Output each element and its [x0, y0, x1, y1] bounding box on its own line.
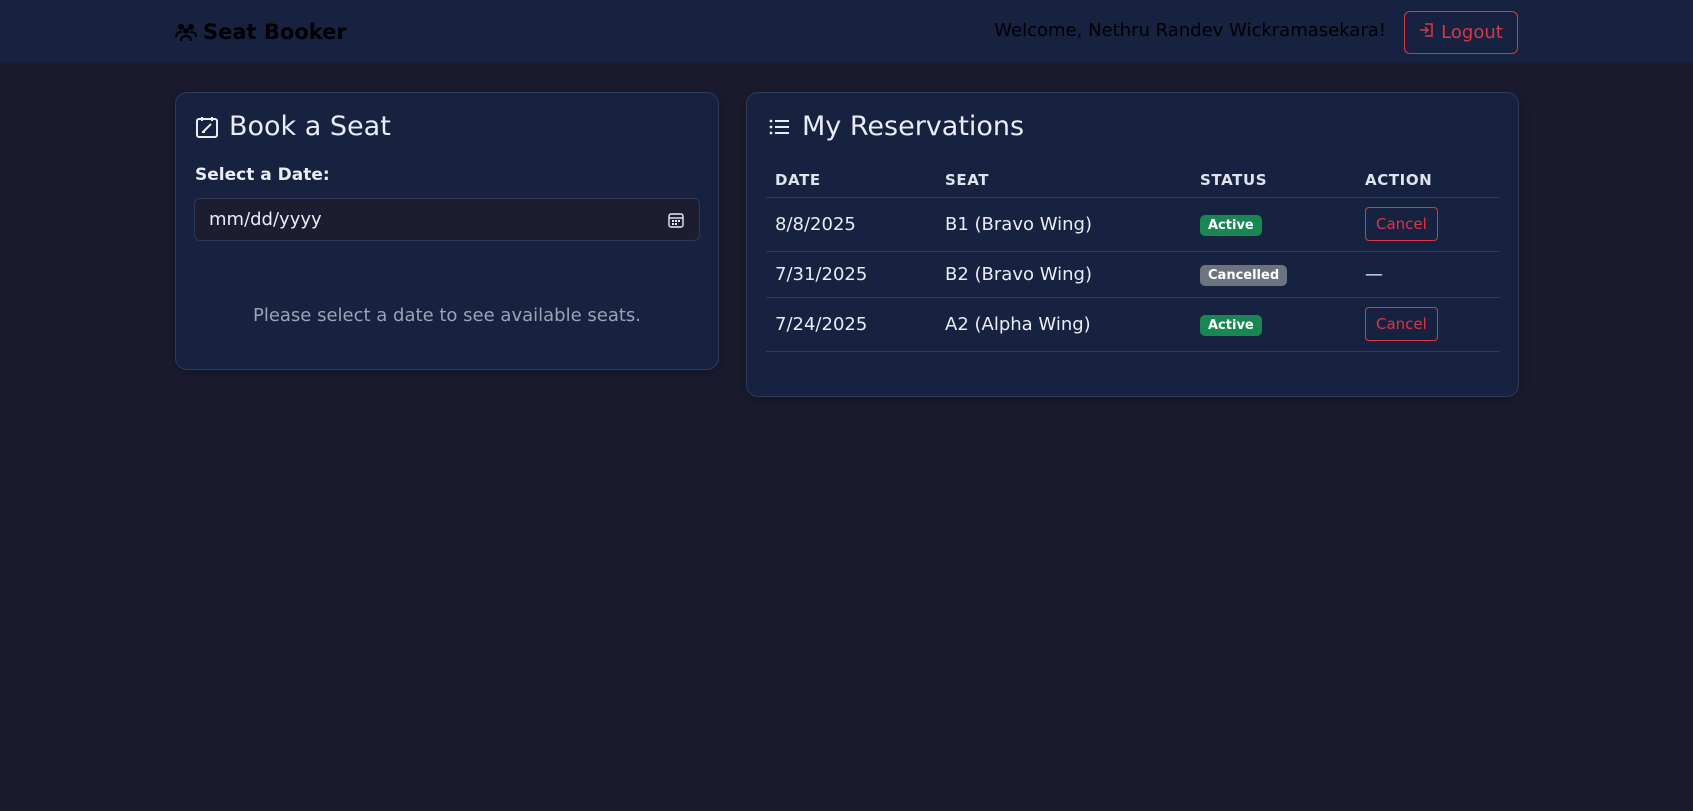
navbar: Seat Booker Welcome, Nethru Randev Wickr… — [0, 0, 1693, 63]
reservations-title: My Reservations — [768, 111, 1024, 142]
logout-label: Logout — [1441, 22, 1503, 43]
logout-button[interactable]: Logout — [1404, 11, 1518, 54]
brand-name: Seat Booker — [203, 20, 347, 44]
reservation-date: 8/8/2025 — [766, 197, 936, 252]
book-seat-title: Book a Seat — [195, 111, 391, 142]
table-row: 8/8/2025 B1 (Bravo Wing) Active Cancel — [766, 197, 1500, 252]
reservation-status-cell: Active — [1191, 297, 1356, 352]
date-field[interactable] — [194, 198, 700, 241]
select-date-hint: Please select a date to see available se… — [252, 305, 642, 326]
book-seat-title-text: Book a Seat — [229, 111, 391, 142]
no-action-dash: — — [1365, 263, 1383, 285]
welcome-text: Welcome, Nethru Randev Wickramasekara! — [994, 20, 1386, 41]
reservation-seat: B1 (Bravo Wing) — [936, 197, 1191, 252]
book-seat-card: Book a Seat Select a Date: Please select… — [175, 92, 719, 370]
column-action: ACTION — [1356, 163, 1500, 198]
column-date: DATE — [766, 163, 936, 198]
table-row: 7/31/2025 B2 (Bravo Wing) Cancelled — — [766, 251, 1500, 298]
reservation-seat: A2 (Alpha Wing) — [936, 297, 1191, 352]
reservation-action-cell: — — [1356, 251, 1500, 298]
table-header-row: DATE SEAT STATUS ACTION — [766, 163, 1500, 198]
cancel-button[interactable]: Cancel — [1365, 207, 1438, 241]
reservation-status-cell: Cancelled — [1191, 251, 1356, 298]
logout-icon — [1419, 22, 1435, 43]
date-input[interactable] — [209, 209, 667, 230]
reservation-seat: B2 (Bravo Wing) — [936, 251, 1191, 298]
table-row: 7/24/2025 A2 (Alpha Wing) Active Cancel — [766, 297, 1500, 352]
list-icon — [768, 115, 792, 139]
users-icon — [175, 22, 197, 42]
reservations-card: My Reservations DATE SEAT STATUS ACTION … — [746, 92, 1519, 397]
cancel-button[interactable]: Cancel — [1365, 307, 1438, 341]
calendar-icon[interactable] — [667, 211, 685, 229]
reservation-date: 7/24/2025 — [766, 297, 936, 352]
status-badge: Active — [1200, 214, 1262, 236]
reservations-title-text: My Reservations — [802, 111, 1025, 142]
column-seat: SEAT — [936, 163, 1191, 198]
reservation-status-cell: Active — [1191, 197, 1356, 252]
status-badge: Cancelled — [1200, 264, 1288, 286]
date-label: Select a Date: — [195, 165, 330, 185]
column-status: STATUS — [1191, 163, 1356, 198]
status-badge: Active — [1200, 314, 1262, 336]
brand[interactable]: Seat Booker — [175, 17, 347, 47]
reservation-date: 7/31/2025 — [766, 251, 936, 298]
reservations-table: DATE SEAT STATUS ACTION 8/8/2025 B1 (Bra… — [766, 163, 1500, 352]
reservation-action-cell: Cancel — [1356, 197, 1500, 252]
calendar-check-icon — [195, 115, 219, 139]
reservation-action-cell: Cancel — [1356, 297, 1500, 352]
